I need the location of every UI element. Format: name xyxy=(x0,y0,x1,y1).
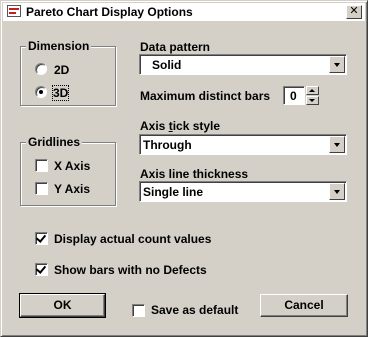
chevron-down-icon xyxy=(334,63,340,67)
cancel-button[interactable]: Cancel xyxy=(260,294,348,317)
radio-2d[interactable] xyxy=(35,63,47,75)
axis-line-thickness-value: Single line xyxy=(143,185,204,199)
display-counts-checkbox[interactable] xyxy=(35,232,48,245)
max-bars-label: Maximum distinct bars xyxy=(140,89,271,103)
close-icon: ✕ xyxy=(349,5,359,17)
x-axis-checkbox[interactable] xyxy=(35,159,48,172)
data-pattern-dropdown[interactable]: Solid xyxy=(139,54,347,75)
radio-2d-label[interactable]: 2D xyxy=(54,63,69,77)
title-bar: Pareto Chart Display Options ✕ xyxy=(3,3,365,22)
axis-tick-style-value: Through xyxy=(143,138,192,152)
data-pattern-label: Data pattern xyxy=(140,40,211,54)
axis-tick-style-dropdown-button[interactable] xyxy=(329,136,345,153)
y-axis-label[interactable]: Y Axis xyxy=(54,182,90,196)
axis-line-thickness-dropdown[interactable]: Single line xyxy=(139,181,347,202)
y-axis-checkbox[interactable] xyxy=(35,182,48,195)
max-bars-input[interactable]: 0 xyxy=(283,86,305,105)
window-title: Pareto Chart Display Options xyxy=(26,5,193,19)
ok-button[interactable]: OK xyxy=(19,293,106,318)
max-bars-value: 0 xyxy=(290,89,297,103)
axis-tick-style-dropdown[interactable]: Through xyxy=(139,134,347,155)
x-axis-label[interactable]: X Axis xyxy=(54,159,90,173)
axis-line-thickness-label: Axis line thickness xyxy=(140,167,249,181)
gridlines-legend: Gridlines xyxy=(26,135,83,149)
close-button[interactable]: ✕ xyxy=(346,5,362,19)
save-default-label[interactable]: Save as default xyxy=(151,303,238,317)
max-bars-spin-up[interactable] xyxy=(306,86,319,95)
data-pattern-dropdown-button[interactable] xyxy=(329,56,345,73)
display-counts-label[interactable]: Display actual count values xyxy=(54,232,211,246)
chevron-down-icon xyxy=(334,143,340,147)
pareto-chart-icon xyxy=(7,5,21,17)
axis-tick-style-label: Axis tick style xyxy=(140,119,221,133)
radio-3d-label[interactable]: 3D xyxy=(51,85,70,101)
chevron-down-icon xyxy=(309,99,315,102)
radio-3d[interactable] xyxy=(35,86,47,98)
dimension-legend: Dimension xyxy=(26,39,92,53)
save-default-checkbox[interactable] xyxy=(132,304,145,317)
show-no-defects-label[interactable]: Show bars with no Defects xyxy=(54,263,207,277)
max-bars-spin-down[interactable] xyxy=(306,96,319,105)
show-no-defects-checkbox[interactable] xyxy=(35,263,48,276)
axis-line-thickness-dropdown-button[interactable] xyxy=(329,183,345,200)
chevron-down-icon xyxy=(334,190,340,194)
gridlines-group xyxy=(20,142,116,206)
data-pattern-value: Solid xyxy=(152,58,182,72)
chevron-up-icon xyxy=(309,89,315,92)
